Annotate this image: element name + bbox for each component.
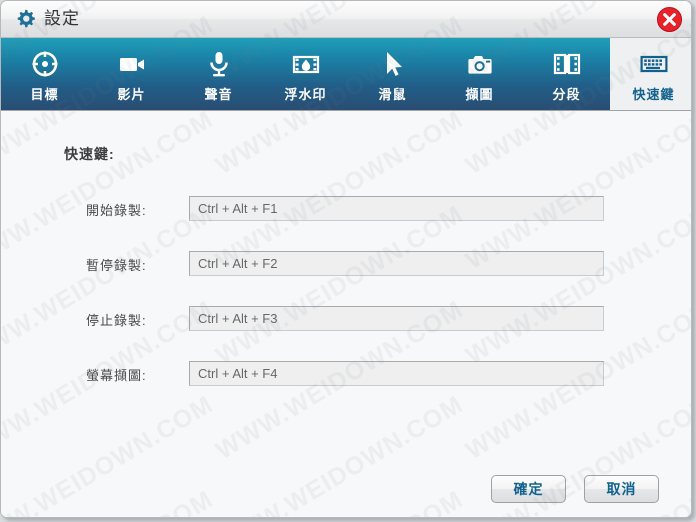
tab-label: 快速鍵 bbox=[632, 87, 675, 102]
video-camera-icon bbox=[116, 49, 148, 79]
tab-label: 浮水印 bbox=[284, 87, 327, 102]
cursor-arrow-icon bbox=[377, 49, 409, 79]
tab-label: 影片 bbox=[117, 87, 146, 102]
target-icon bbox=[29, 49, 61, 79]
close-icon[interactable] bbox=[656, 6, 683, 33]
window-title: 設定 bbox=[44, 9, 80, 28]
hotkey-row-screenshot: 螢幕擷圖: bbox=[1, 361, 691, 387]
row-label: 停止錄製: bbox=[86, 313, 147, 328]
ok-button[interactable]: 確定 bbox=[491, 475, 566, 503]
row-label: 暫停錄製: bbox=[86, 258, 147, 273]
settings-window: 設定 目標 影片 聲音 浮水印 滑鼠 擷圖 分段 快速鍵 快速鍵: 開始錄製: … bbox=[0, 0, 692, 518]
tab-label: 目標 bbox=[30, 87, 59, 102]
start-record-hotkey-input[interactable] bbox=[189, 196, 604, 221]
row-label: 螢幕擷圖: bbox=[86, 368, 147, 383]
tab-label: 擷圖 bbox=[465, 87, 494, 102]
title-bar: 設定 bbox=[1, 1, 691, 38]
keyboard-icon bbox=[638, 49, 670, 79]
tab-target[interactable]: 目標 bbox=[1, 38, 88, 110]
tab-screenshot[interactable]: 擷圖 bbox=[436, 38, 523, 110]
section-title: 快速鍵: bbox=[64, 146, 115, 162]
screenshot-hotkey-input[interactable] bbox=[189, 361, 604, 386]
cancel-button[interactable]: 取消 bbox=[584, 475, 659, 503]
hotkeys-panel: 快速鍵: 開始錄製: 暫停錄製: 停止錄製: 螢幕擷圖: bbox=[1, 111, 691, 517]
hotkey-row-pause-record: 暫停錄製: bbox=[1, 251, 691, 277]
tab-audio[interactable]: 聲音 bbox=[175, 38, 262, 110]
tab-hotkeys[interactable]: 快速鍵 bbox=[610, 38, 691, 110]
tab-label: 分段 bbox=[552, 87, 581, 102]
tab-label: 滑鼠 bbox=[378, 87, 407, 102]
tab-video[interactable]: 影片 bbox=[88, 38, 175, 110]
row-label: 開始錄製: bbox=[86, 203, 147, 218]
tab-label: 聲音 bbox=[204, 87, 233, 102]
gear-icon bbox=[15, 9, 36, 30]
hotkey-row-start-record: 開始錄製: bbox=[1, 196, 691, 222]
film-split-icon bbox=[551, 49, 583, 79]
camera-icon bbox=[464, 49, 496, 79]
pause-record-hotkey-input[interactable] bbox=[189, 251, 604, 276]
watermark-film-icon bbox=[290, 49, 322, 79]
tab-segment[interactable]: 分段 bbox=[523, 38, 610, 110]
tab-bar: 目標 影片 聲音 浮水印 滑鼠 擷圖 分段 快速鍵 bbox=[1, 38, 691, 111]
hotkey-row-stop-record: 停止錄製: bbox=[1, 306, 691, 332]
tab-watermark[interactable]: 浮水印 bbox=[262, 38, 349, 110]
tab-mouse[interactable]: 滑鼠 bbox=[349, 38, 436, 110]
stop-record-hotkey-input[interactable] bbox=[189, 306, 604, 331]
microphone-icon bbox=[203, 49, 235, 79]
